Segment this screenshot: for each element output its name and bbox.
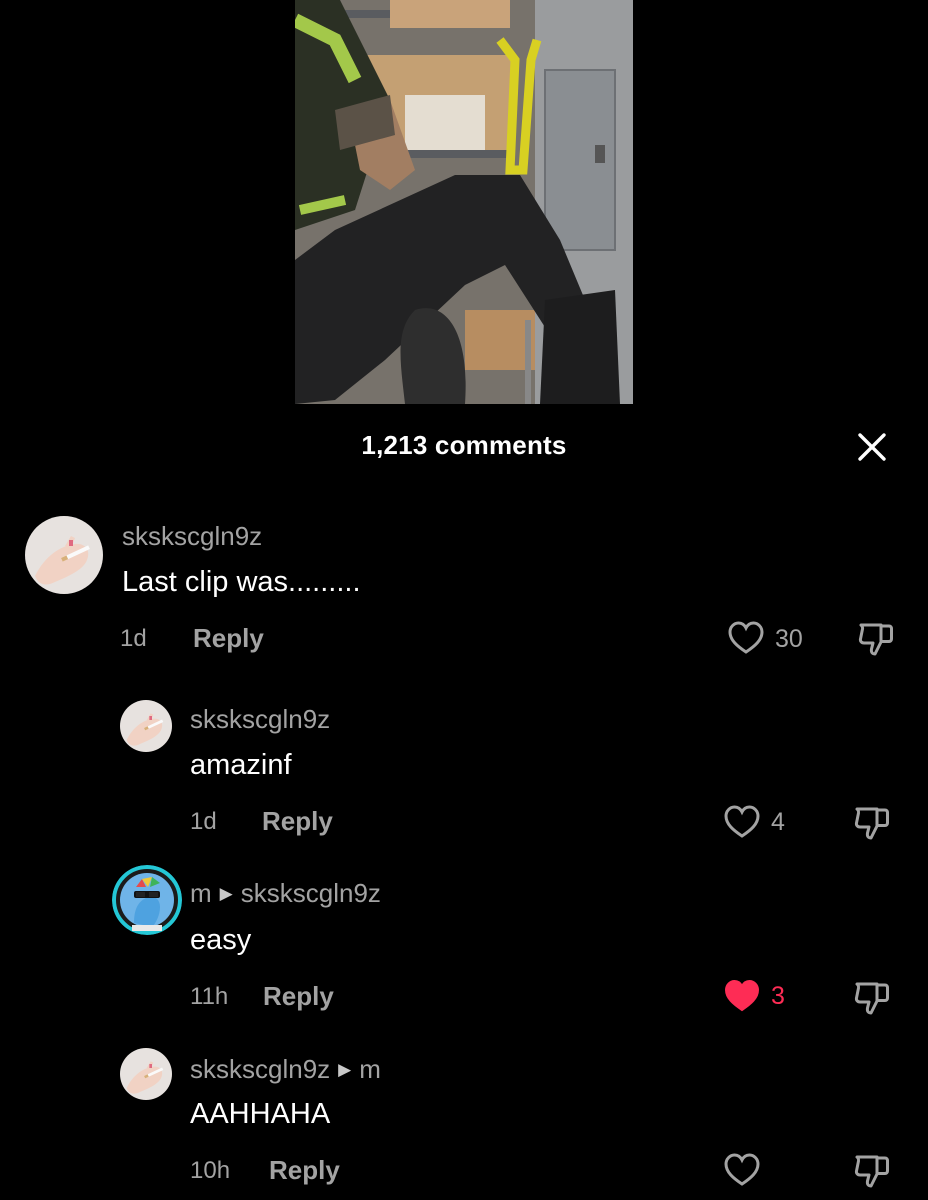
- reply-arrow-icon: ▶: [338, 1060, 352, 1079]
- reply-button[interactable]: Reply: [193, 623, 264, 654]
- dislike-button[interactable]: [852, 977, 892, 1022]
- smoking-hand-avatar-icon: [120, 1048, 172, 1100]
- comment-text: AAHHAHA: [190, 1098, 331, 1130]
- reply-arrow-icon: ▶: [219, 884, 233, 903]
- video-thumbnail[interactable]: [295, 0, 633, 404]
- dislike-button[interactable]: [856, 618, 896, 663]
- like-count: 30: [775, 625, 803, 653]
- thumbs-down-icon: [854, 982, 889, 1015]
- dislike-button[interactable]: [852, 1150, 892, 1195]
- heart-outline-icon: [724, 805, 760, 838]
- like-button[interactable]: [723, 1152, 761, 1193]
- cartoon-pony-sunglasses-avatar-icon: [112, 865, 182, 935]
- like-count: 3: [771, 982, 785, 1010]
- reply-button[interactable]: Reply: [263, 981, 334, 1012]
- thumbs-down-icon: [858, 623, 893, 656]
- heart-outline-icon: [728, 621, 764, 654]
- comment-text: easy: [190, 924, 252, 956]
- comment-text: Last clip was.........: [122, 566, 361, 598]
- comment-timestamp: 1d: [120, 625, 147, 652]
- comment-text: amazinf: [190, 749, 292, 781]
- close-comments-button[interactable]: [852, 428, 892, 468]
- like-button[interactable]: [723, 978, 761, 1019]
- like-button[interactable]: [727, 620, 765, 661]
- comments-count-title: 1,213 comments: [361, 430, 567, 460]
- like-count: 4: [771, 808, 785, 836]
- user-avatar[interactable]: [120, 700, 172, 752]
- comment-username[interactable]: m: [190, 878, 212, 908]
- thumbs-down-icon: [854, 807, 889, 840]
- reply-to-username[interactable]: sksksсgln9z: [241, 878, 381, 908]
- reply-button[interactable]: Reply: [269, 1155, 340, 1186]
- reply-button[interactable]: Reply: [262, 806, 333, 837]
- video-frame-image: [295, 0, 633, 404]
- dislike-button[interactable]: [852, 802, 892, 847]
- user-avatar[interactable]: [25, 516, 103, 594]
- smoking-hand-avatar-icon: [25, 516, 103, 594]
- heart-filled-icon: [724, 979, 760, 1012]
- comment-timestamp: 1d: [190, 808, 217, 835]
- user-avatar[interactable]: [112, 865, 182, 935]
- comment-username-thread[interactable]: m ▶ sksksсgln9z: [190, 878, 381, 909]
- comment-timestamp: 10h: [190, 1157, 231, 1184]
- heart-outline-icon: [724, 1153, 760, 1186]
- comment-username[interactable]: sksksсgln9z: [190, 1054, 330, 1084]
- reply-to-username[interactable]: m: [359, 1054, 381, 1084]
- thumbs-down-icon: [854, 1155, 889, 1188]
- comment-username[interactable]: sksksсgln9z: [122, 521, 262, 552]
- comment-timestamp: 11h: [190, 983, 229, 1010]
- smoking-hand-avatar-icon: [120, 700, 172, 752]
- comment-username-thread[interactable]: sksksсgln9z ▶ m: [190, 1054, 381, 1085]
- comment-username[interactable]: sksksсgln9z: [190, 704, 330, 735]
- close-icon: [858, 433, 886, 461]
- user-avatar[interactable]: [120, 1048, 172, 1100]
- like-button[interactable]: [723, 804, 761, 845]
